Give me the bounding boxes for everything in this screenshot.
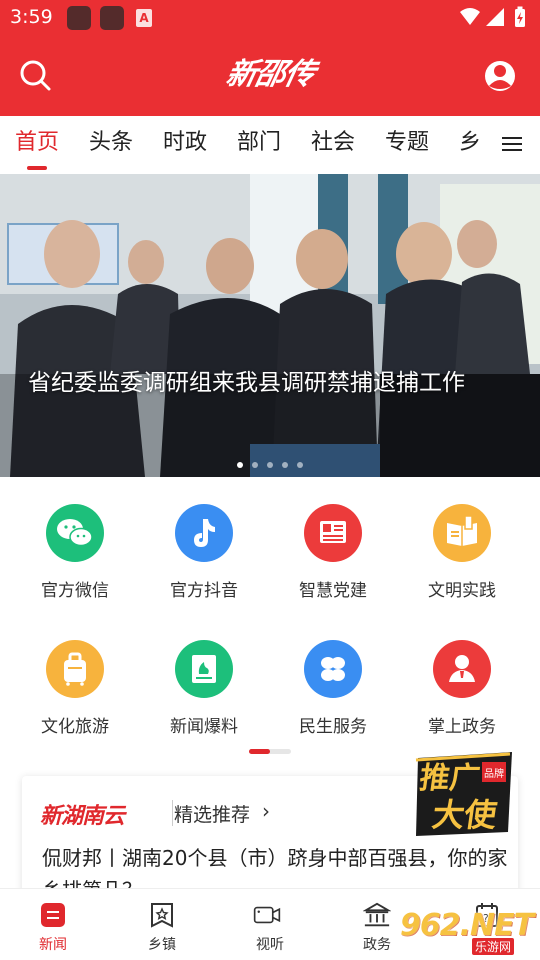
tab-society[interactable]: 社会 [311, 126, 355, 160]
user-profile-icon[interactable] [480, 56, 520, 96]
video-icon [253, 906, 281, 924]
status-time: 3:59 [10, 6, 53, 28]
watermark-sub: 乐游网 [472, 938, 515, 955]
service-label: 掌上政务 [428, 717, 496, 737]
active-tab-indicator [27, 166, 47, 170]
service-civilization-practice[interactable]: 文明实践 [407, 504, 517, 604]
channel-tabs: 首页 头条 时政 部门 社会 专题 乡 [0, 116, 540, 174]
recommend-brand: 新湖南云 [40, 804, 125, 829]
ambassador-small: 品牌 [484, 767, 504, 780]
township-icon [151, 903, 173, 928]
wifi-icon [460, 8, 480, 25]
service-official-wechat[interactable]: 官方微信 [20, 504, 130, 604]
service-smart-party-building[interactable]: 智慧党建 [278, 504, 388, 604]
service-label: 民生服务 [299, 717, 367, 737]
nav-label: 视听 [256, 937, 284, 953]
channel-menu-icon[interactable] [500, 133, 524, 155]
douyin-icon [175, 504, 233, 562]
tab-township[interactable]: 乡 [459, 126, 481, 160]
tab-politics[interactable]: 时政 [163, 126, 207, 160]
ambassador-line1: 推广 [417, 761, 482, 796]
recommend-divider [172, 800, 173, 826]
carousel-dot [252, 462, 258, 468]
search-icon[interactable] [16, 56, 56, 96]
hero-caption[interactable]: 省纪委监委调研组来我县调研禁捕退捕工作 [28, 364, 498, 402]
service-livelihood[interactable]: 民生服务 [278, 640, 388, 740]
tab-headlines[interactable]: 头条 [89, 126, 133, 160]
status-indicators [460, 6, 525, 27]
ambassador-line2: 大使 [430, 796, 500, 834]
signal-icon [486, 8, 504, 26]
party-building-icon [304, 504, 362, 562]
service-label: 官方抖音 [170, 581, 238, 601]
hero-banner[interactable]: 省纪委监委调研组来我县调研禁捕退捕工作 [0, 174, 540, 477]
nav-label: 新闻 [39, 937, 67, 953]
service-mobile-government[interactable]: 掌上政务 [407, 640, 517, 740]
site-watermark: 962.NET 乐游网 [400, 902, 536, 956]
service-label: 文化旅游 [41, 717, 109, 737]
wechat-icon [46, 504, 104, 562]
nav-news[interactable]: 新闻 [18, 897, 88, 957]
app-header: 新邵传 [0, 36, 540, 116]
tab-departments[interactable]: 部门 [237, 126, 281, 160]
service-news-tip[interactable]: 新闻爆料 [149, 640, 259, 740]
grid-pager-active [249, 749, 270, 754]
government-building-icon [363, 902, 391, 927]
status-bar: 3:59 A [0, 0, 540, 36]
carousel-indicator [237, 453, 312, 468]
notification-app-icon [100, 6, 124, 30]
promo-ambassador-badge[interactable]: 推广 大使 品牌 [412, 748, 520, 840]
nav-video[interactable]: 视听 [235, 897, 305, 957]
service-label: 新闻爆料 [170, 717, 238, 737]
nav-township[interactable]: 乡镇 [127, 897, 197, 957]
carousel-dot [267, 462, 273, 468]
carousel-dot [297, 462, 303, 468]
notification-a-icon: A [136, 9, 152, 27]
news-tip-icon [175, 640, 233, 698]
tab-topics[interactable]: 专题 [385, 126, 429, 160]
service-label: 智慧党建 [299, 581, 367, 601]
nav-label: 乡镇 [148, 937, 176, 953]
carousel-dot [237, 462, 243, 468]
news-icon [41, 903, 65, 927]
service-culture-tourism[interactable]: 文化旅游 [20, 640, 130, 740]
tab-list: 首页 头条 时政 部门 社会 专题 乡 [0, 116, 486, 174]
service-icon [304, 640, 362, 698]
civilization-icon [433, 504, 491, 562]
recommend-tag[interactable]: 精选推荐 [174, 800, 250, 827]
service-official-douyin[interactable]: 官方抖音 [149, 504, 259, 604]
tab-home[interactable]: 首页 [15, 126, 59, 160]
luggage-icon [46, 640, 104, 698]
chevron-right-icon[interactable]: › [262, 799, 270, 823]
government-icon [433, 640, 491, 698]
battery-icon [515, 6, 525, 27]
hero-photo [0, 174, 540, 477]
carousel-dot [282, 462, 288, 468]
service-label: 官方微信 [41, 581, 109, 601]
service-label: 文明实践 [428, 581, 496, 601]
app-logo: 新邵传 [222, 57, 318, 92]
notification-app-icon [67, 6, 91, 30]
